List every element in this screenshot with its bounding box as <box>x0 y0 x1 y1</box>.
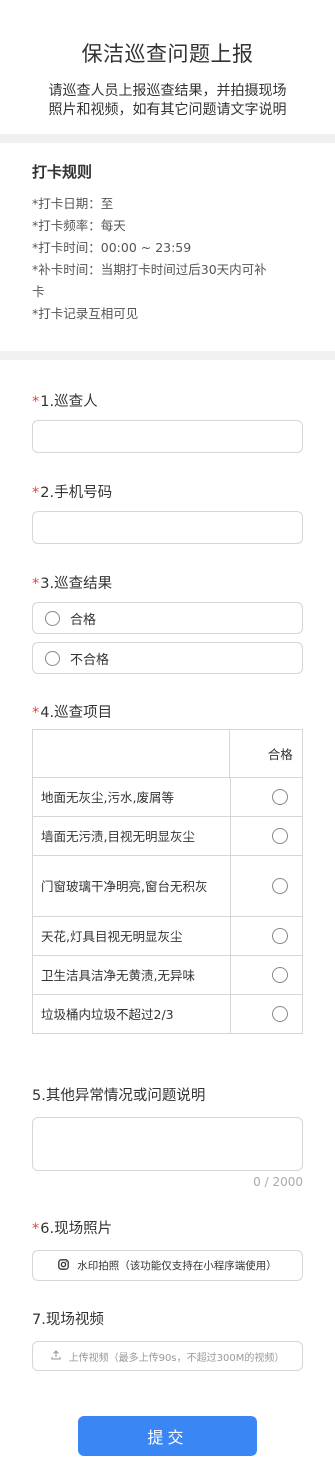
rule-line: *打卡记录互相可见 <box>32 306 139 321</box>
required-mark: * <box>32 485 40 501</box>
radio-circle-icon[interactable] <box>272 928 289 944</box>
required-mark: * <box>32 576 40 592</box>
phone-input[interactable] <box>32 511 303 544</box>
question-text: 4.巡查项目 <box>40 705 113 721</box>
matrix-row-label: 天花,灯具目视无明显灰尘 <box>33 917 231 955</box>
matrix-row: 天花,灯具目视无明显灰尘 <box>33 916 302 955</box>
radio-circle-icon[interactable] <box>272 1006 289 1022</box>
matrix-header-row: 合格 <box>33 730 302 777</box>
radio-circle-icon[interactable] <box>45 650 60 666</box>
matrix-corner <box>33 730 231 777</box>
radio-circle-icon[interactable] <box>272 828 289 844</box>
page-header: 保洁巡查问题上报 请巡查人员上报巡查结果，并拍摄现场 照片和视频，如有其它问题请… <box>0 0 335 134</box>
radio-option-fail[interactable]: 不合格 <box>32 642 303 674</box>
matrix-row: 门窗玻璃干净明亮,窗台无积灰 <box>33 855 302 916</box>
radio-circle-icon[interactable] <box>272 967 289 983</box>
rule-line: *打卡时间：00:00 ~ 23:59 <box>32 240 192 255</box>
rule-line: *打卡频率：每天 <box>32 218 126 233</box>
matrix-cell <box>231 778 302 816</box>
watermark-photo-button[interactable]: 水印拍照（该功能仅支持在小程序端使用） <box>32 1250 303 1281</box>
question-label: 5.其他异常情况或问题说明 <box>32 1084 303 1108</box>
question-label: *1.巡查人 <box>32 390 303 414</box>
rule-line: *打卡日期：至 <box>32 196 114 211</box>
radio-circle-icon[interactable] <box>272 878 289 894</box>
matrix-column-header: 合格 <box>267 747 293 762</box>
matrix-cell <box>231 995 302 1033</box>
question-text: 6.现场照片 <box>40 1221 113 1237</box>
char-counter: 0 / 2000 <box>253 1175 303 1189</box>
button-label: 水印拍照（该功能仅支持在小程序端使用） <box>77 1260 277 1272</box>
question-label: 7.现场视频 <box>32 1308 303 1332</box>
description-line: 请巡查人员上报巡查结果，并拍摄现场 <box>48 83 287 99</box>
question-text: 5.其他异常情况或问题说明 <box>32 1088 206 1104</box>
matrix-row-label: 墙面无污渍,目视无明显灰尘 <box>33 817 231 855</box>
question-text: 2.手机号码 <box>40 485 113 501</box>
description-line: 照片和视频，如有其它问题请文字说明 <box>48 102 287 118</box>
inspector-input[interactable] <box>32 420 303 453</box>
rule-line: *补卡时间：当期打卡时间过后30天内可补 <box>32 262 267 277</box>
matrix-row: 垃圾桶内垃圾不超过2/3 <box>33 994 302 1033</box>
question-label: *6.现场照片 <box>32 1217 303 1241</box>
report-form: *1.巡查人 *2.手机号码 *3.巡查结果 合格 不合格 *4.巡查项目 合格… <box>0 390 335 1371</box>
question-text: 1.巡查人 <box>40 394 98 410</box>
matrix-cell <box>231 817 302 855</box>
checkin-rules: 打卡规则 *打卡日期：至 *打卡频率：每天 *打卡时间：00:00 ~ 23:5… <box>0 143 335 351</box>
question-label: *2.手机号码 <box>32 481 303 505</box>
required-mark: * <box>32 394 40 410</box>
matrix-row: 卫生洁具洁净无黄渍,无异味 <box>33 955 302 994</box>
page-description: 请巡查人员上报巡查结果，并拍摄现场 照片和视频，如有其它问题请文字说明 <box>16 70 319 134</box>
matrix-cell <box>231 917 302 955</box>
camera-icon <box>58 1258 70 1273</box>
matrix-row-label: 卫生洁具洁净无黄渍,无异味 <box>33 956 231 994</box>
required-mark: * <box>32 705 40 721</box>
matrix-row-label: 门窗玻璃干净明亮,窗台无积灰 <box>33 856 231 916</box>
upload-video-button[interactable]: 上传视频（最多上传90s，不超过300M的视频） <box>32 1341 303 1371</box>
question-text: 7.现场视频 <box>32 1312 104 1328</box>
notes-textarea[interactable] <box>32 1117 303 1171</box>
matrix-row-label: 地面无灰尘,污水,废屑等 <box>33 778 231 816</box>
section-divider <box>0 351 335 360</box>
rules-title: 打卡规则 <box>32 163 93 181</box>
radio-circle-icon[interactable] <box>272 789 289 805</box>
section-divider <box>0 134 335 143</box>
required-mark: * <box>32 1221 40 1237</box>
matrix-row: 地面无灰尘,污水,废屑等 <box>33 777 302 816</box>
matrix-row-label: 垃圾桶内垃圾不超过2/3 <box>33 995 231 1033</box>
inspection-matrix: 合格 地面无灰尘,污水,废屑等 墙面无污渍,目视无明显灰尘 门窗玻璃干净明亮,窗… <box>32 729 303 1034</box>
radio-label: 合格 <box>70 612 97 628</box>
radio-option-pass[interactable]: 合格 <box>32 602 303 634</box>
question-label: *3.巡查结果 <box>32 572 303 596</box>
radio-label: 不合格 <box>70 652 110 668</box>
matrix-cell <box>231 956 302 994</box>
page-title: 保洁巡查问题上报 <box>81 42 254 66</box>
matrix-cell <box>231 856 302 916</box>
radio-circle-icon[interactable] <box>45 610 60 626</box>
upload-icon <box>51 1349 61 1363</box>
rule-line: 卡 <box>32 284 45 299</box>
button-label: 上传视频（最多上传90s，不超过300M的视频） <box>68 1352 285 1364</box>
matrix-row: 墙面无污渍,目视无明显灰尘 <box>33 816 302 855</box>
question-text: 3.巡查结果 <box>40 576 113 592</box>
submit-button[interactable]: 提交 <box>78 1416 257 1456</box>
question-label: *4.巡查项目 <box>32 701 303 725</box>
